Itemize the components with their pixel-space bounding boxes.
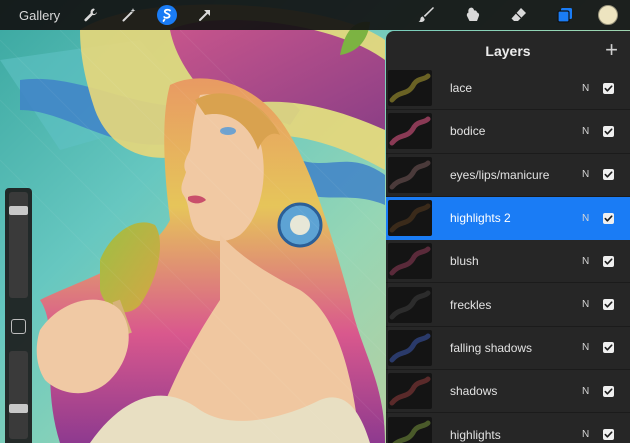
layer-list: lace Nbodice Neyes/lips/manicure Nhighlight… bbox=[386, 67, 630, 443]
gallery-button[interactable]: Gallery bbox=[19, 8, 60, 23]
layer-name: bodice bbox=[450, 124, 486, 139]
toolbar-left-tools bbox=[78, 2, 218, 28]
layer-thumbnail bbox=[388, 329, 432, 366]
layer-name: highlights bbox=[450, 427, 501, 442]
layer-name: highlights 2 bbox=[450, 211, 511, 226]
layer-visibility-checkbox[interactable] bbox=[603, 82, 614, 94]
layers-header: Layers + bbox=[386, 31, 630, 67]
color-swatch[interactable] bbox=[598, 5, 618, 25]
blend-mode-button[interactable]: N bbox=[582, 213, 589, 224]
layer-row[interactable]: lace N bbox=[386, 67, 630, 111]
layer-row[interactable]: falling shadows N bbox=[386, 327, 630, 371]
layer-row[interactable]: bodice N bbox=[386, 110, 630, 154]
layer-thumbnail bbox=[388, 243, 432, 280]
layers-icon[interactable] bbox=[552, 2, 578, 28]
layer-name: eyes/lips/manicure bbox=[450, 167, 550, 182]
layer-row[interactable]: eyes/lips/manicure N bbox=[386, 154, 630, 197]
blend-mode-button[interactable]: N bbox=[582, 429, 589, 440]
layer-row[interactable]: highlights 2 N bbox=[386, 196, 630, 241]
top-toolbar: Gallery bbox=[0, 0, 630, 30]
selection-icon[interactable] bbox=[154, 2, 180, 28]
layer-name: falling shadows bbox=[450, 340, 533, 355]
layer-thumbnail bbox=[388, 70, 432, 107]
layer-visibility-checkbox[interactable] bbox=[603, 212, 614, 224]
layer-name: freckles bbox=[450, 297, 492, 312]
opacity-thumb[interactable] bbox=[9, 404, 28, 413]
layer-visibility-checkbox[interactable] bbox=[603, 255, 614, 267]
blend-mode-button[interactable]: N bbox=[582, 386, 589, 397]
layer-visibility-checkbox[interactable] bbox=[603, 125, 614, 137]
layers-title: Layers bbox=[485, 43, 531, 59]
blend-mode-button[interactable]: N bbox=[582, 299, 589, 310]
layer-visibility-checkbox[interactable] bbox=[603, 169, 614, 181]
transform-arrow-icon[interactable] bbox=[192, 2, 218, 28]
layer-thumbnail bbox=[388, 156, 432, 193]
layer-row[interactable]: shadows N bbox=[386, 370, 630, 414]
layer-row[interactable]: blush N bbox=[386, 240, 630, 284]
left-sidebar bbox=[5, 188, 32, 443]
blend-mode-button[interactable]: N bbox=[582, 83, 589, 94]
layers-panel: Layers + lace Nbodice Neyes/lips/manicure N… bbox=[386, 31, 630, 443]
brush-icon[interactable] bbox=[414, 2, 440, 28]
modify-button-icon[interactable] bbox=[11, 319, 26, 334]
layer-thumbnail bbox=[388, 286, 432, 323]
layer-name: blush bbox=[450, 254, 479, 269]
wrench-icon[interactable] bbox=[78, 2, 104, 28]
layer-thumbnail bbox=[388, 373, 432, 410]
blend-mode-button[interactable]: N bbox=[582, 256, 589, 267]
blend-mode-button[interactable]: N bbox=[582, 342, 589, 353]
blend-mode-button[interactable]: N bbox=[582, 126, 589, 137]
layer-thumbnail bbox=[388, 416, 432, 443]
magic-wand-icon[interactable] bbox=[116, 2, 142, 28]
layer-name: lace bbox=[450, 81, 473, 96]
add-layer-icon[interactable]: + bbox=[605, 39, 618, 61]
layer-row[interactable]: highlights N bbox=[386, 413, 630, 443]
eraser-icon[interactable] bbox=[506, 2, 532, 28]
layer-thumbnail bbox=[388, 200, 432, 237]
brush-size-thumb[interactable] bbox=[9, 206, 28, 215]
layer-visibility-checkbox[interactable] bbox=[603, 429, 614, 441]
blend-mode-button[interactable]: N bbox=[582, 169, 589, 180]
layer-visibility-checkbox[interactable] bbox=[603, 385, 614, 397]
layer-row[interactable]: freckles N bbox=[386, 283, 630, 327]
layer-name: shadows bbox=[450, 384, 498, 399]
smudge-icon[interactable] bbox=[460, 2, 486, 28]
layer-thumbnail bbox=[388, 113, 432, 150]
opacity-slider[interactable] bbox=[9, 351, 28, 439]
layer-visibility-checkbox[interactable] bbox=[603, 342, 614, 354]
toolbar-right-tools bbox=[414, 0, 630, 30]
layer-visibility-checkbox[interactable] bbox=[603, 299, 614, 311]
